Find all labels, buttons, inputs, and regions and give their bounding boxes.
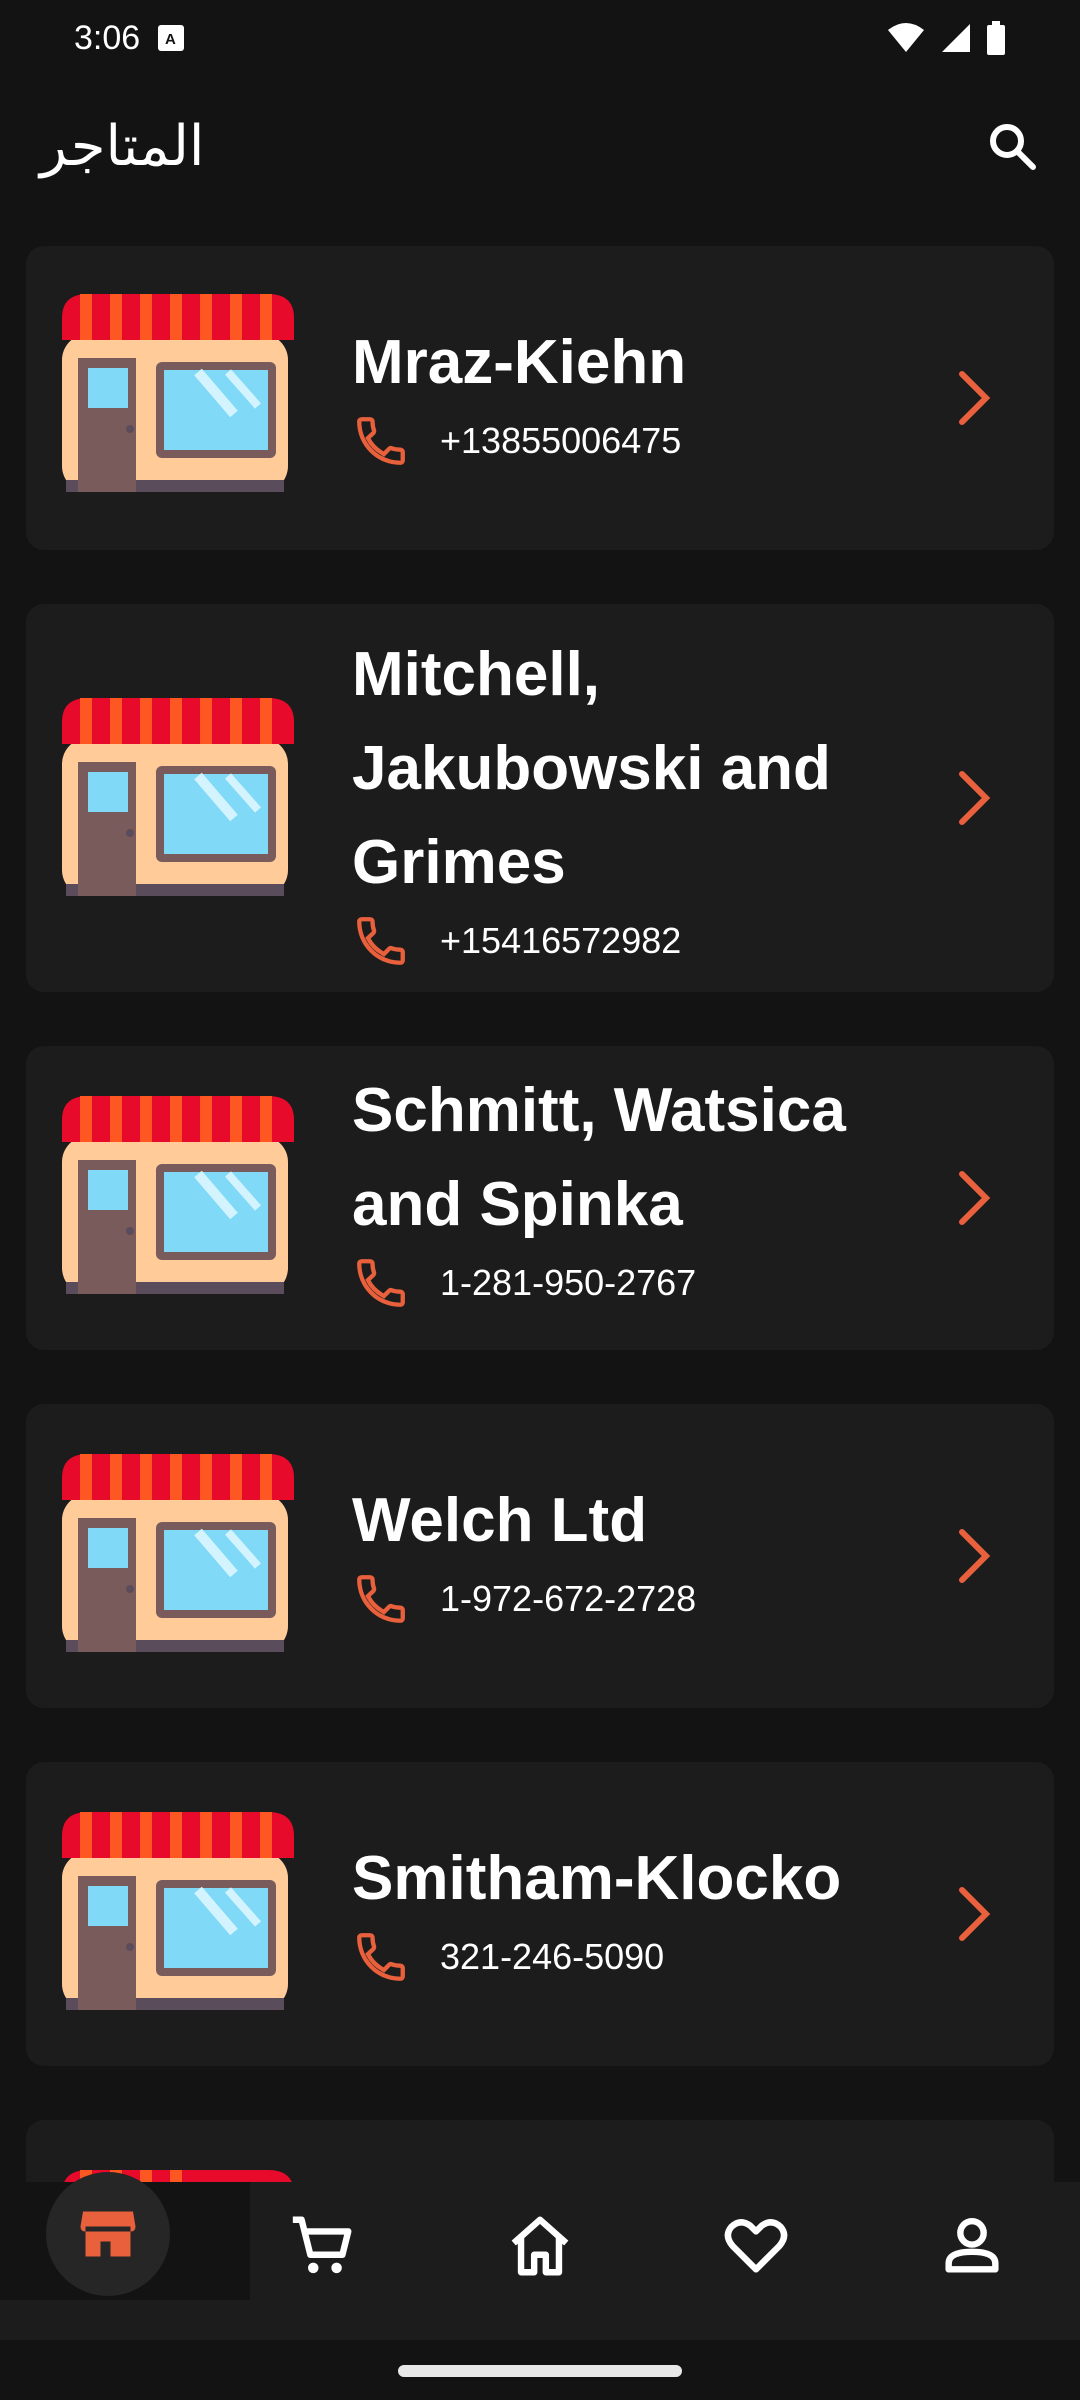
phone-row: 1-281-950-2767: [352, 1254, 912, 1312]
phone-number[interactable]: +15416572982: [440, 920, 681, 962]
status-bar: 3:06 A: [0, 0, 1080, 76]
page-title: المتاجر: [40, 113, 205, 179]
store-icon: [62, 698, 294, 896]
store-name: Mitchell, Jakubowski and Grimes: [352, 640, 831, 897]
phone-number[interactable]: +13855006475: [440, 420, 681, 462]
store-icon: [62, 294, 294, 492]
heart-icon: [724, 2219, 788, 2273]
phone-icon: [357, 1575, 405, 1623]
store-name: Schmitt, Watsica and Spinka: [352, 1076, 846, 1239]
profile-icon: [945, 2218, 999, 2273]
store-info: Mraz-Kiehn +13855006475: [352, 316, 912, 470]
search-button[interactable]: [980, 114, 1044, 178]
phone-row: +15416572982: [352, 912, 912, 970]
store-icon: [62, 1812, 294, 2010]
store-info: Schmitt, Watsica and Spinka 1-281-950-27…: [352, 1064, 912, 1312]
store-card[interactable]: Mraz-Kiehn +13855006475: [26, 246, 1054, 550]
phone-icon: [357, 917, 405, 965]
phone-row: 321-246-5090: [352, 1928, 912, 1986]
chevron-right-icon[interactable]: [950, 368, 998, 428]
home-icon: [511, 2216, 569, 2276]
chevron-right-icon[interactable]: [950, 1168, 998, 1228]
store-icon: [80, 2211, 136, 2257]
wifi-icon: [888, 23, 924, 52]
svg-text:A: A: [165, 31, 176, 47]
phone-number[interactable]: 1-281-950-2767: [440, 1262, 696, 1304]
cart-icon: [292, 2216, 352, 2274]
phone-icon: [357, 1933, 405, 1981]
battery-icon: [987, 21, 1005, 55]
chevron-right-icon[interactable]: [950, 1526, 998, 1586]
phone-icon: [357, 1259, 405, 1307]
notification-icon: A: [158, 25, 185, 51]
nav-home[interactable]: [500, 2206, 580, 2286]
search-icon: [990, 124, 1036, 170]
store-name: Smitham-Klocko: [352, 1844, 842, 1913]
store-info: Smitham-Klocko 321-246-5090: [352, 1832, 912, 1986]
store-card[interactable]: Welch Ltd 1-972-672-2728: [26, 1404, 1054, 1708]
status-time: 3:06: [74, 18, 141, 57]
signal-icon: [942, 24, 970, 52]
phone-number[interactable]: 321-246-5090: [440, 1936, 664, 1978]
store-card[interactable]: Mitchell, Jakubowski and Grimes +1541657…: [26, 604, 1054, 992]
store-icon: [62, 1454, 294, 1652]
phone-row: +13855006475: [352, 412, 912, 470]
store-info: Mitchell, Jakubowski and Grimes +1541657…: [352, 628, 912, 970]
phone-number[interactable]: 1-972-672-2728: [440, 1578, 696, 1620]
app-bar: المتاجر: [0, 76, 1080, 216]
store-card[interactable]: Smitham-Klocko 321-246-5090: [26, 1762, 1054, 2066]
phone-row: 1-972-672-2728: [352, 1570, 912, 1628]
phone-icon: [357, 417, 405, 465]
store-info: Welch Ltd 1-972-672-2728: [352, 1474, 912, 1628]
gesture-bar[interactable]: [398, 2365, 682, 2377]
store-name: Welch Ltd: [352, 1486, 648, 1555]
store-card[interactable]: Schmitt, Watsica and Spinka 1-281-950-27…: [26, 1046, 1054, 1350]
chevron-right-icon[interactable]: [950, 1884, 998, 1944]
store-icon: [62, 1096, 294, 1294]
nav-profile[interactable]: [932, 2206, 1012, 2286]
store-name: Mraz-Kiehn: [352, 328, 687, 397]
nav-favorites[interactable]: [716, 2206, 796, 2286]
nav-cart[interactable]: [282, 2206, 362, 2286]
chevron-right-icon[interactable]: [950, 768, 998, 828]
nav-stores[interactable]: [46, 2172, 170, 2296]
